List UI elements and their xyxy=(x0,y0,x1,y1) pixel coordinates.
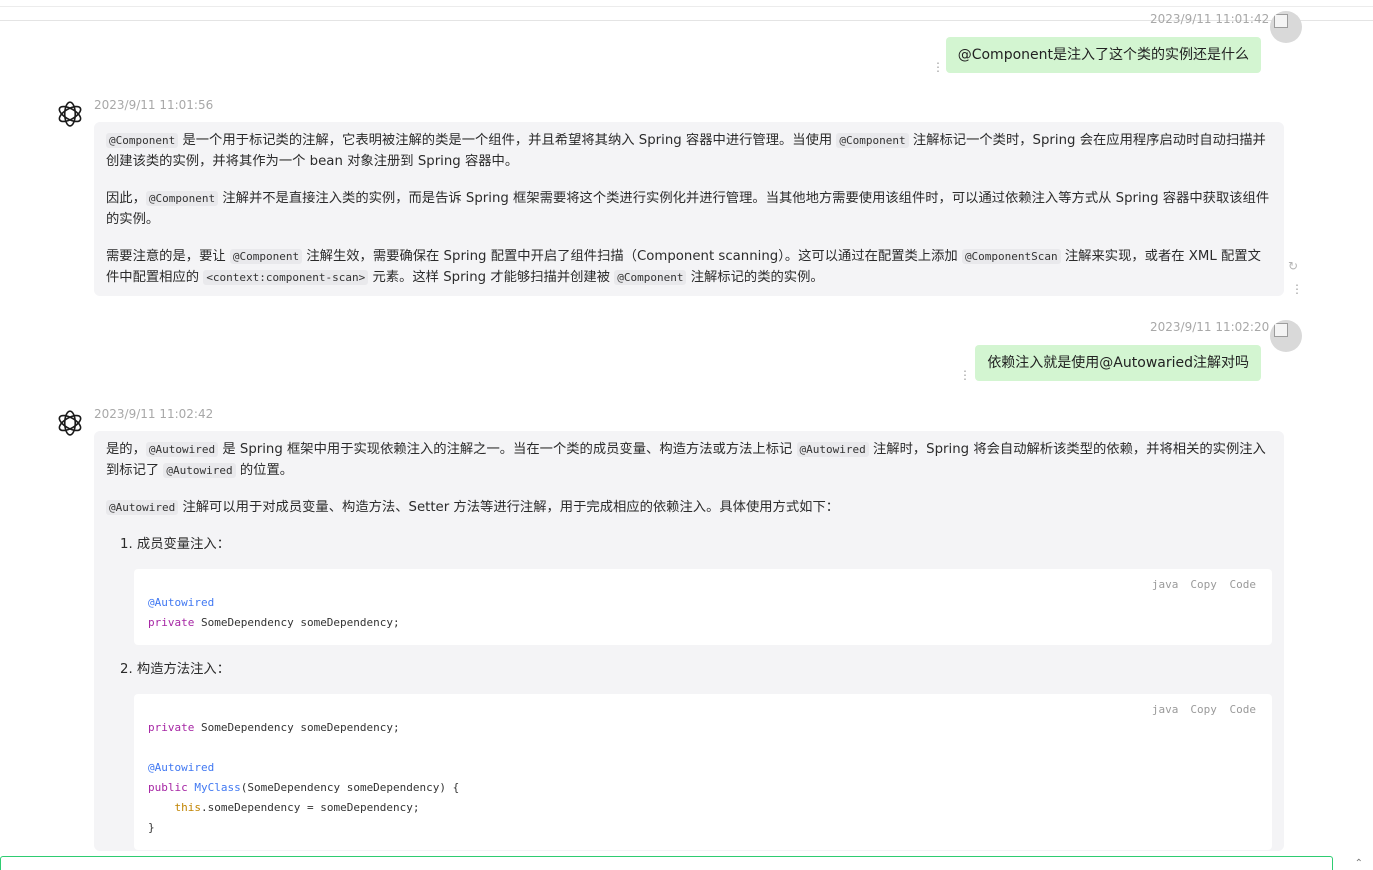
code-text: SomeDependency someDependency; xyxy=(194,721,400,734)
message-timestamp: 2023/9/11 11:01:56 xyxy=(94,98,214,112)
code-keyword: private xyxy=(148,721,195,734)
text-span: 因此， xyxy=(106,191,146,206)
text-span: 是一个用于标记类的注解，它表明被注解的类是一个组件，并且希望将其纳入 Sprin… xyxy=(182,133,837,148)
code-line: @Autowired xyxy=(148,761,215,774)
code-block: java Copy Code private SomeDependency som… xyxy=(134,694,1272,850)
inline-code: <context:component-scan> xyxy=(203,270,369,285)
user-message-bubble: 依赖注入就是使用@Autowaried注解对吗 xyxy=(975,345,1261,381)
message-more-icon[interactable]: ⋮ xyxy=(959,369,971,381)
code-line: this.someDependency = someDependency; xyxy=(148,798,1258,818)
list-item: 1. 成员变量注入： xyxy=(120,537,230,552)
list-item: 2. 构造方法注入： xyxy=(120,662,230,677)
inline-code: @Autowired xyxy=(796,442,869,457)
inline-code: @ComponentScan xyxy=(961,249,1061,264)
code-block: java Copy Code @Autowired private SomeDep… xyxy=(134,569,1272,645)
message-paragraph: @Autowired 注解可以用于对成员变量、构造方法、Setter 方法等进行… xyxy=(106,497,1272,518)
code-line: private SomeDependency someDependency; xyxy=(148,613,1258,633)
code-text: .someDependency = someDependency; xyxy=(201,801,420,814)
message-more-icon[interactable]: ⋮ xyxy=(1291,283,1303,295)
inline-code: @Autowired xyxy=(163,463,236,478)
copy-code-button[interactable]: Copy Code xyxy=(1184,703,1256,716)
code-this: this xyxy=(174,801,202,814)
user-avatar xyxy=(1270,11,1302,43)
inline-code: @Autowired xyxy=(145,442,219,457)
inline-code: @Autowired xyxy=(106,500,179,515)
inline-code: @Component xyxy=(836,133,909,148)
code-line: public MyClass(SomeDependency someDepend… xyxy=(148,778,1258,798)
inline-code: @Component xyxy=(145,191,219,206)
code-function: MyClass xyxy=(194,781,241,794)
assistant-message-bubble: @Component 是一个用于标记类的注解，它表明被注解的类是一个组件，并且希… xyxy=(94,122,1284,296)
user-avatar xyxy=(1270,320,1302,352)
regenerate-icon[interactable]: ↻ xyxy=(1288,259,1298,273)
text-span: 元素。这样 Spring 才能够扫描并创建被 xyxy=(368,270,615,285)
text-span: 需要注意的是，要让 xyxy=(106,249,230,264)
code-line: @Autowired xyxy=(148,596,215,609)
assistant-avatar-icon xyxy=(58,410,82,436)
assistant-message-bubble: 是的， @Autowired 是 Spring 框架中用于实现依赖注入的注解之一。… xyxy=(94,431,1284,851)
code-line: private SomeDependency someDependency; xyxy=(148,718,1258,738)
message-paragraph: 需要注意的是，要让 @Component 注解生效，需要确保在 Spring 配… xyxy=(106,246,1272,288)
code-line: } xyxy=(148,821,155,834)
inline-code: @Component xyxy=(614,270,687,285)
text-span: 注解生效，需要确保在 Spring 配置中开启了组件扫描（Component s… xyxy=(302,249,962,264)
text-span: 注解可以用于对成员变量、构造方法、Setter 方法等进行注解，用于完成相应的依… xyxy=(178,500,840,515)
copy-label: Copy xyxy=(1190,578,1217,591)
copy-code-button[interactable]: Copy Code xyxy=(1184,578,1256,591)
text-span: 注解标记的类的实例。 xyxy=(686,270,824,285)
message-more-icon[interactable]: ⋮ xyxy=(932,61,944,73)
inline-code: @Component xyxy=(106,133,179,148)
message-timestamp: 2023/9/11 11:02:20 xyxy=(1150,320,1270,334)
code-label: Code xyxy=(1229,578,1257,591)
code-text: SomeDependency someDependency; xyxy=(194,616,400,629)
message-paragraph: 因此， @Component 注解并不是直接注入类的实例，而是告诉 Spring … xyxy=(106,188,1272,230)
text-span: 是 Spring 框架中用于实现依赖注入的注解之一。当在一个类的成员变量、构造方… xyxy=(218,442,797,457)
code-label: Code xyxy=(1229,703,1257,716)
message-paragraph: 是的， @Autowired 是 Spring 框架中用于实现依赖注入的注解之一。… xyxy=(106,439,1272,481)
inline-code: @Component xyxy=(229,249,303,264)
code-language-label: java xyxy=(1151,703,1179,716)
code-language-label: java xyxy=(1151,578,1179,591)
copy-label: Copy xyxy=(1190,703,1217,716)
message-timestamp: 2023/9/11 11:01:42 xyxy=(1150,12,1270,26)
assistant-avatar-icon xyxy=(58,101,82,127)
code-block-header: java Copy Code xyxy=(1146,575,1256,595)
text-span: 是的， xyxy=(106,442,146,457)
code-text: (SomeDependency someDependency) { xyxy=(240,781,460,794)
code-keyword: public xyxy=(148,781,188,794)
user-message-bubble: @Component是注入了这个类的实例还是什么 xyxy=(945,37,1261,73)
scroll-up-icon[interactable]: ⌃ xyxy=(1355,858,1363,869)
message-timestamp: 2023/9/11 11:02:42 xyxy=(94,407,214,421)
text-span: 注解并不是直接注入类的实例，而是告诉 Spring 框架需要将这个类进行实例化并… xyxy=(106,191,1270,227)
code-block-header: java Copy Code xyxy=(1146,700,1256,720)
code-keyword: private xyxy=(148,616,195,629)
message-paragraph: @Component 是一个用于标记类的注解，它表明被注解的类是一个组件，并且希… xyxy=(106,130,1272,172)
text-span: 的位置。 xyxy=(235,463,294,478)
chat-area[interactable]: 2023/9/11 11:01:42 @Component是注入了这个类的实例还… xyxy=(0,0,1373,856)
